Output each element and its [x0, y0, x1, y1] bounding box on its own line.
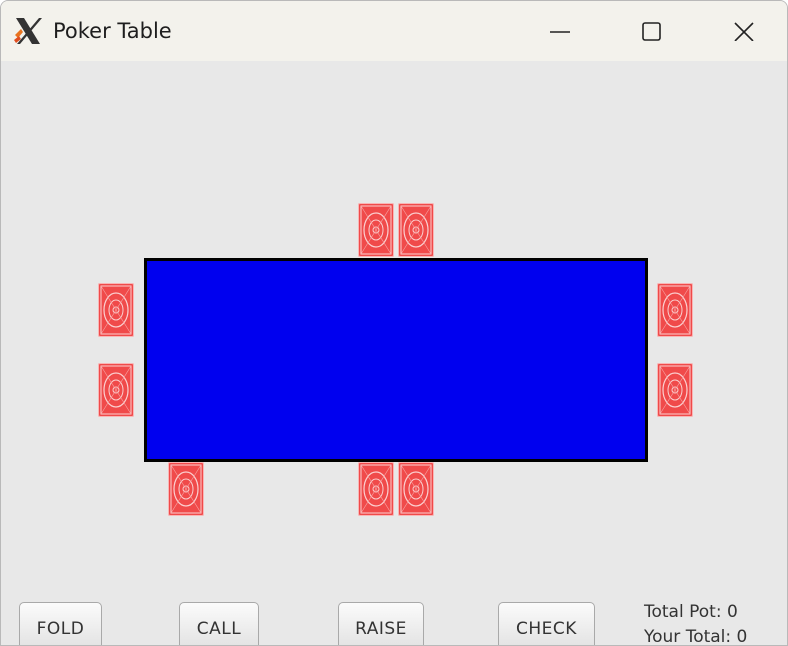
close-button[interactable] [699, 1, 787, 61]
total-pot-label: Total Pot: 0 [644, 602, 738, 622]
card-back-bottom-2 [398, 462, 434, 516]
your-total-label: Your Total: 0 [644, 627, 748, 646]
raise-button[interactable]: RAISE [338, 602, 424, 645]
card-back-left-2 [98, 363, 134, 417]
card-back-top-2 [398, 203, 434, 257]
poker-table [144, 258, 648, 462]
card-back-top-1 [358, 203, 394, 257]
call-button[interactable]: CALL [179, 602, 259, 645]
card-back-bottom-left [168, 462, 204, 516]
x-logo-icon [12, 15, 44, 47]
card-back-bottom-1 [358, 462, 394, 516]
poker-window: Poker Table FOLD CALL RAISE CHECK Total … [0, 0, 788, 646]
card-back-right-1 [657, 283, 693, 337]
close-icon [734, 22, 754, 41]
minimize-button[interactable] [515, 1, 605, 61]
window-title: Poker Table [53, 19, 172, 43]
title-bar[interactable]: Poker Table [1, 1, 787, 61]
check-button[interactable]: CHECK [498, 602, 595, 645]
maximize-button[interactable] [607, 1, 697, 61]
fold-button[interactable]: FOLD [19, 602, 102, 645]
table-area: FOLD CALL RAISE CHECK Total Pot: 0 Your … [1, 61, 787, 646]
card-back-left-1 [98, 283, 134, 337]
card-back-right-2 [657, 363, 693, 417]
minimize-icon [550, 31, 570, 33]
maximize-icon [642, 22, 661, 41]
